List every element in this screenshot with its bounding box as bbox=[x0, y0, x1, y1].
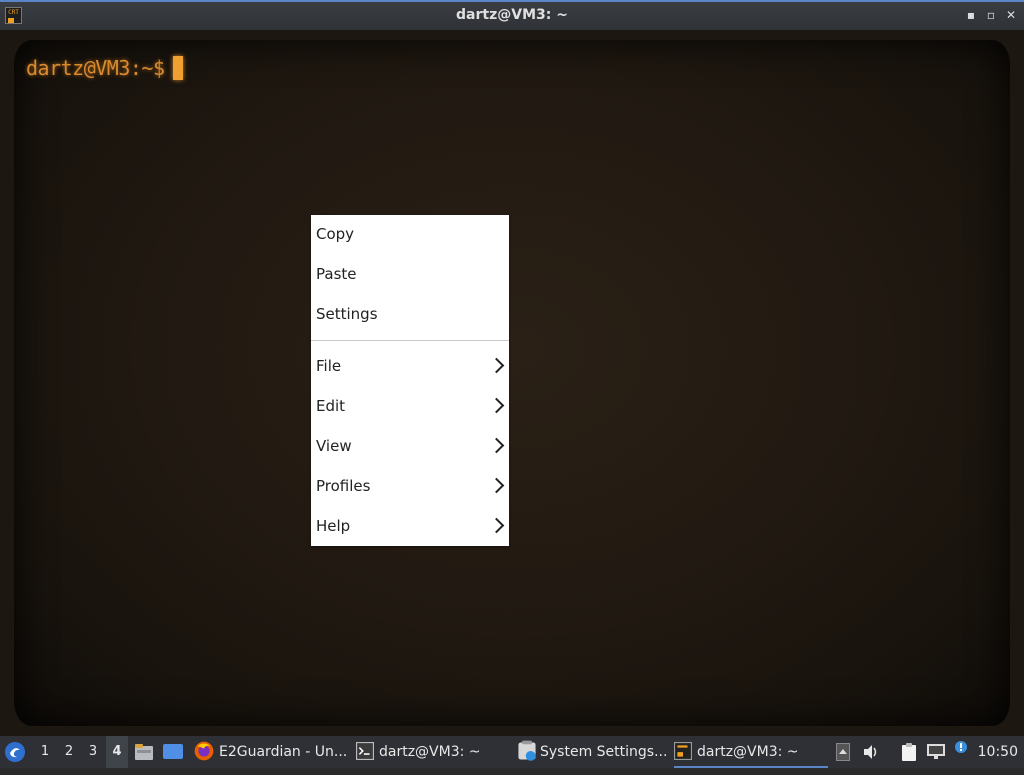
chevron-right-icon bbox=[488, 477, 505, 494]
workspace-label: 4 bbox=[112, 744, 122, 759]
minimize-icon: ▪ bbox=[966, 8, 976, 22]
system-settings-icon bbox=[518, 740, 536, 761]
workspace-1[interactable]: 1 bbox=[34, 736, 56, 768]
taskbar: 1 2 3 4 E2Guardian - Un... dartz@VM3: ~ bbox=[0, 736, 1024, 768]
menu-item-file[interactable]: File bbox=[311, 347, 509, 387]
text-cursor bbox=[172, 56, 183, 80]
workspace-3[interactable]: 3 bbox=[82, 736, 104, 768]
chevron-right-icon bbox=[488, 357, 505, 374]
close-icon: ✕ bbox=[1005, 8, 1017, 22]
menu-item-label: Paste bbox=[316, 265, 357, 283]
firefox-icon bbox=[194, 741, 214, 761]
menu-item-settings[interactable]: Settings bbox=[311, 295, 509, 335]
menu-separator bbox=[311, 340, 509, 341]
terminal-prompt: dartz@VM3:~$ bbox=[26, 56, 183, 80]
update-notifier-button[interactable] bbox=[952, 736, 972, 768]
window-title: dartz@VM3: ~ bbox=[456, 7, 568, 23]
maximize-button[interactable]: ▫ bbox=[984, 8, 998, 22]
terminal-area[interactable] bbox=[0, 30, 1024, 736]
close-button[interactable]: ✕ bbox=[1004, 8, 1018, 22]
workspace-label: 1 bbox=[40, 744, 50, 759]
workspace-4[interactable]: 4 bbox=[106, 736, 128, 768]
show-desktop-launcher[interactable] bbox=[162, 736, 184, 768]
terminal-icon bbox=[356, 742, 374, 760]
crt-terminal-icon bbox=[674, 742, 692, 760]
menu-item-copy[interactable]: Copy bbox=[311, 215, 509, 255]
task-label: dartz@VM3: ~ bbox=[697, 744, 799, 760]
task-terminal[interactable]: dartz@VM3: ~ bbox=[356, 736, 512, 768]
menu-item-label: Edit bbox=[316, 397, 346, 415]
workspace-label: 3 bbox=[88, 744, 98, 759]
context-menu: Copy Paste Settings File Edit View Profi… bbox=[311, 215, 509, 546]
menu-item-label: Profiles bbox=[316, 477, 371, 495]
menu-item-label: File bbox=[316, 357, 342, 375]
crt-screen[interactable] bbox=[14, 40, 1010, 726]
network-button[interactable] bbox=[926, 736, 948, 768]
volume-icon bbox=[864, 745, 877, 759]
window-titlebar[interactable]: CRT dartz@VM3: ~ ▪ ▫ ✕ bbox=[0, 0, 1024, 30]
tray-up-arrow-icon bbox=[836, 743, 850, 761]
network-icon bbox=[927, 744, 945, 759]
update-notifier-icon bbox=[955, 741, 967, 753]
start-menu-button[interactable] bbox=[4, 736, 28, 768]
menu-item-view[interactable]: View bbox=[311, 427, 509, 467]
task-system-settings[interactable]: System Settings... bbox=[516, 736, 670, 768]
workspace-label: 2 bbox=[64, 744, 74, 759]
menu-item-paste[interactable]: Paste bbox=[311, 255, 509, 295]
chevron-right-icon bbox=[488, 437, 505, 454]
menu-item-help[interactable]: Help bbox=[311, 507, 509, 547]
minimize-button[interactable]: ▪ bbox=[964, 8, 978, 22]
task-label: System Settings... bbox=[540, 744, 668, 760]
start-menu-icon bbox=[5, 742, 25, 762]
clock[interactable]: 10:50 bbox=[978, 736, 1018, 768]
prompt-text: dartz@VM3:~$ bbox=[26, 56, 165, 80]
volume-button[interactable] bbox=[862, 736, 882, 768]
maximize-icon: ▫ bbox=[986, 8, 996, 22]
menu-item-label: Settings bbox=[316, 305, 378, 323]
task-label: dartz@VM3: ~ bbox=[379, 744, 481, 760]
show-desktop-icon bbox=[163, 744, 183, 759]
chevron-right-icon bbox=[488, 517, 505, 534]
menu-item-edit[interactable]: Edit bbox=[311, 387, 509, 427]
file-manager-launcher[interactable] bbox=[134, 736, 154, 768]
clipboard-icon bbox=[902, 743, 916, 761]
menu-item-label: View bbox=[316, 437, 352, 455]
clipboard-button[interactable] bbox=[900, 736, 920, 768]
file-manager-icon bbox=[135, 744, 153, 760]
workspace-2[interactable]: 2 bbox=[58, 736, 80, 768]
task-label: E2Guardian - Un... bbox=[219, 744, 348, 760]
chevron-right-icon bbox=[488, 397, 505, 414]
menu-item-label: Copy bbox=[316, 225, 355, 243]
tray-expander[interactable] bbox=[836, 736, 852, 768]
menu-item-label: Help bbox=[316, 517, 351, 535]
task-crt-terminal[interactable]: dartz@VM3: ~ bbox=[674, 736, 828, 768]
menu-item-profiles[interactable]: Profiles bbox=[311, 467, 509, 507]
task-e2guardian[interactable]: E2Guardian - Un... bbox=[194, 736, 350, 768]
